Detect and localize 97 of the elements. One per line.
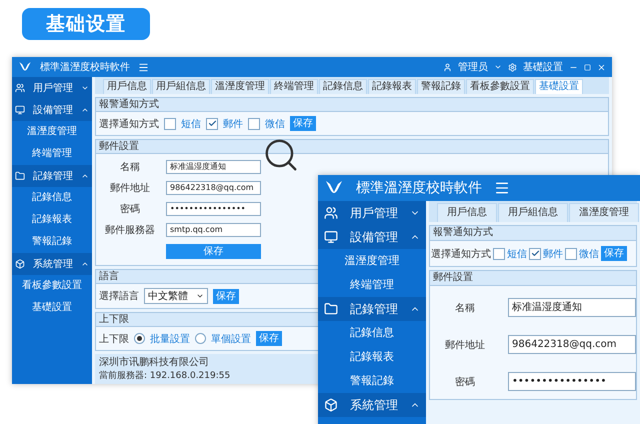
language-select[interactable]: 中文繁體 xyxy=(144,288,208,304)
company-name: 深圳市讯鹏科技有限公司 xyxy=(99,356,209,369)
checkbox-label: 短信 xyxy=(181,118,201,130)
tab[interactable]: 用戶信息 xyxy=(103,79,151,94)
maximize-icon[interactable] xyxy=(584,64,591,70)
checkbox-label: 微信 xyxy=(579,248,599,260)
tab[interactable]: 警報記錄 xyxy=(417,79,465,94)
field-label: 郵件地址 xyxy=(109,182,151,195)
input-field[interactable]: 标准温湿度通知 xyxy=(508,298,636,317)
sidebar-item[interactable]: 警報記錄 xyxy=(318,369,426,393)
sidebar-group[interactable]: 用戶管理 xyxy=(318,201,426,225)
sidebar-item[interactable]: 基礎設置 xyxy=(12,297,92,319)
input-field[interactable]: 标准温湿度通知 xyxy=(166,160,261,174)
settings-link[interactable]: 基礎設置 xyxy=(523,60,563,74)
input-field[interactable]: •••••••••••••••• xyxy=(166,202,261,216)
option-label: 選擇通知方式 xyxy=(99,118,159,130)
checkbox[interactable] xyxy=(493,248,505,260)
sidebar-item[interactable]: 警報記錄 xyxy=(12,231,92,253)
menu-icon[interactable] xyxy=(138,62,149,72)
radio-button[interactable] xyxy=(134,333,145,344)
sidebar-group[interactable]: 記錄管理 xyxy=(318,297,426,321)
input-field[interactable]: 986422318@qq.com xyxy=(166,181,261,195)
option-label: 上下限 xyxy=(99,332,129,346)
folder-icon xyxy=(324,302,338,316)
save-button[interactable]: 保存 xyxy=(256,331,282,346)
page-heading: 基础设置 xyxy=(22,8,150,40)
panel-title: 郵件設置 xyxy=(96,140,608,154)
tab[interactable]: 記錄信息 xyxy=(319,79,367,94)
option-label: 選擇通知方式 xyxy=(431,248,491,260)
checkbox-label: 短信 xyxy=(507,248,527,260)
monitor-icon xyxy=(15,105,25,115)
field-label: 密碼 xyxy=(119,202,141,216)
panel-title: 報警通知方式 xyxy=(96,98,608,112)
user-menu[interactable]: 管理员 xyxy=(458,60,488,74)
radio-button[interactable] xyxy=(195,333,206,344)
sidebar-item[interactable]: 終端管理 xyxy=(12,143,92,165)
tab[interactable]: 溫溼度管理 xyxy=(569,203,639,222)
checkbox[interactable] xyxy=(565,248,577,260)
box-icon xyxy=(15,259,25,269)
sidebar-group[interactable]: 系統管理 xyxy=(318,393,426,417)
tab[interactable]: 記錄報表 xyxy=(368,79,416,94)
settings-icon xyxy=(508,62,517,72)
checkbox[interactable] xyxy=(164,118,176,130)
folder-icon xyxy=(15,171,25,181)
tab[interactable]: 看板參數設置 xyxy=(466,79,534,94)
sidebar-group[interactable]: 記錄管理 xyxy=(12,165,92,187)
panel-title: 報警通知方式 xyxy=(430,226,636,241)
sidebar-group[interactable]: 設備管理 xyxy=(12,99,92,121)
sidebar-item[interactable]: 記錄報表 xyxy=(318,345,426,369)
sidebar-item[interactable]: 記錄信息 xyxy=(12,187,92,209)
menu-icon[interactable] xyxy=(494,180,510,196)
window-title: 標準溫溼度校時軟件 xyxy=(356,179,482,197)
checkbox-label: 微信 xyxy=(265,118,285,130)
radio-label: 批量設置 xyxy=(150,332,190,346)
sidebar-item[interactable]: 記錄報表 xyxy=(12,209,92,231)
checkbox-label: 郵件 xyxy=(543,248,563,260)
close-icon[interactable] xyxy=(597,62,606,72)
box-icon xyxy=(324,398,338,412)
monitor-icon xyxy=(324,230,338,244)
field-label: 名稱 xyxy=(119,161,141,174)
field-label: 密碼 xyxy=(454,376,476,388)
checkbox[interactable] xyxy=(529,248,541,260)
radio-label: 單個設置 xyxy=(211,332,251,346)
field-label: 名稱 xyxy=(454,302,476,314)
input-field[interactable]: •••••••••••••••• xyxy=(508,372,636,391)
panel-title: 郵件設置 xyxy=(430,271,636,286)
tab[interactable]: 終端管理 xyxy=(270,79,318,94)
user-icon xyxy=(443,62,452,72)
checkbox[interactable] xyxy=(206,118,218,130)
save-button[interactable]: 保存 xyxy=(601,246,627,261)
sidebar-group[interactable]: 系統管理 xyxy=(12,253,92,275)
field-label: 郵件地址 xyxy=(444,338,486,352)
checkbox[interactable] xyxy=(248,118,260,130)
caret-icon xyxy=(494,63,502,71)
input-field[interactable]: smtp.qq.com xyxy=(166,223,261,237)
sidebar-item[interactable]: 溫溼度管理 xyxy=(12,121,92,143)
window-title: 標準溫溼度校時軟件 xyxy=(40,60,130,74)
input-field[interactable]: 986422318@qq.com xyxy=(508,335,636,354)
tab[interactable]: 用戶組信息 xyxy=(152,79,210,94)
caret-icon xyxy=(196,292,204,300)
tab[interactable]: 溫溼度管理 xyxy=(211,79,269,94)
users-icon xyxy=(15,83,25,93)
users-icon xyxy=(324,206,338,220)
sidebar-group[interactable]: 用戶管理 xyxy=(12,77,92,99)
select-label: 選擇語言 xyxy=(99,290,139,303)
sidebar-item[interactable]: 溫溼度管理 xyxy=(318,249,426,273)
checkbox-label: 郵件 xyxy=(223,118,243,130)
sidebar-group[interactable]: 設備管理 xyxy=(318,225,426,249)
tab[interactable]: 用戶信息 xyxy=(437,203,497,222)
save-button[interactable]: 保存 xyxy=(290,116,316,131)
tab[interactable]: 用戶組信息 xyxy=(498,203,568,222)
tab[interactable]: 基礎設置 xyxy=(535,79,583,94)
field-label: 郵件服務器 xyxy=(104,224,156,237)
sidebar-item[interactable]: 看板參數設置 xyxy=(12,275,92,297)
save-button[interactable]: 保存 xyxy=(166,244,261,259)
save-button[interactable]: 保存 xyxy=(213,288,239,304)
server-address: 當前服務器: 192.168.0.219:55 xyxy=(99,370,230,382)
